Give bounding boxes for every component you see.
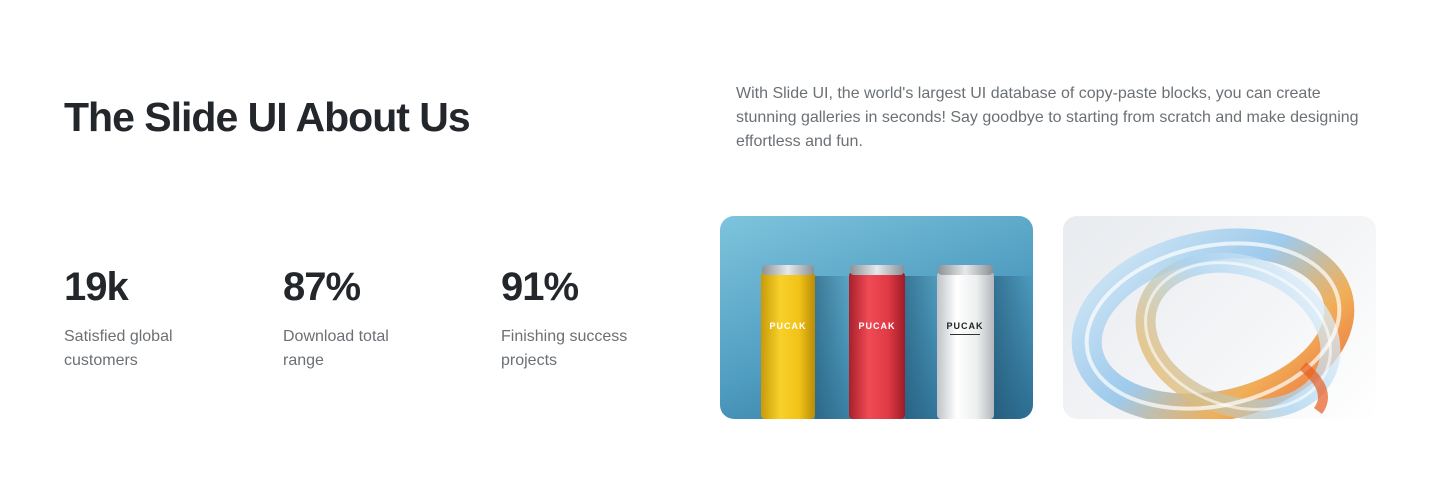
stat-label-line-2: projects xyxy=(501,352,558,369)
stat-label-line-2: customers xyxy=(64,352,138,369)
red-can xyxy=(849,265,905,419)
section-description: With Slide UI, the world's largest UI da… xyxy=(736,85,1359,150)
cans-image: PUCAK PUCAK PUCAK xyxy=(720,216,1033,419)
stat-downloads: 87% Download total range xyxy=(283,262,473,373)
stat-label-line-1: Download total xyxy=(283,328,389,345)
glass-ring-image xyxy=(1063,216,1376,419)
stat-projects: 91% Finishing success projects xyxy=(501,262,691,373)
cans-illustration: PUCAK PUCAK PUCAK xyxy=(761,265,1033,419)
stat-label-line-1: Satisfied global xyxy=(64,328,173,345)
can-brand-red: PUCAK xyxy=(858,321,895,331)
white-can xyxy=(937,265,994,419)
stat-value: 87% xyxy=(283,265,361,309)
stat-label-line-2: range xyxy=(283,352,324,369)
stat-label: Finishing success projects xyxy=(501,325,691,373)
stat-label: Satisfied global customers xyxy=(64,325,254,373)
yellow-can xyxy=(761,265,815,419)
stat-value: 19k xyxy=(64,265,129,309)
can-brand-white: PUCAK xyxy=(946,321,983,331)
can-brand-yellow: PUCAK xyxy=(769,321,806,331)
stat-label: Download total range xyxy=(283,325,473,373)
section-title: The Slide UI About Us xyxy=(64,94,471,140)
ring-illustration xyxy=(1071,228,1355,419)
stat-label-line-1: Finishing success xyxy=(501,328,628,345)
stat-customers: 19k Satisfied global customers xyxy=(64,262,254,373)
stat-value: 91% xyxy=(501,265,579,309)
